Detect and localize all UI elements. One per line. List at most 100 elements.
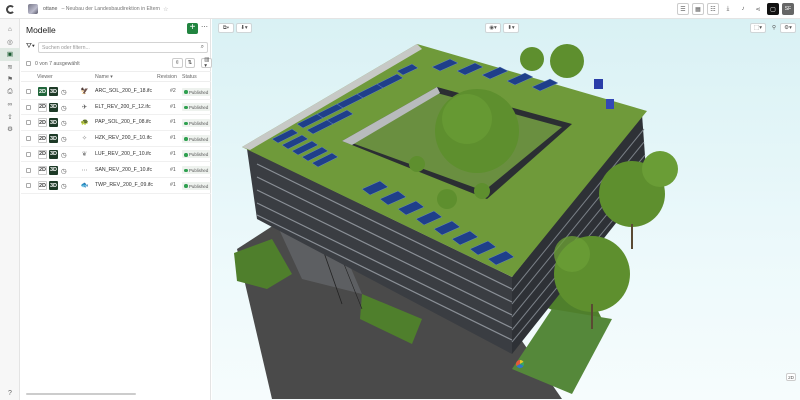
row-checkbox[interactable] <box>26 167 31 173</box>
model-name[interactable]: ARC_SOL_200_F_18.ifc <box>95 88 152 94</box>
rooftop-unit <box>594 79 603 89</box>
3d-viewer[interactable]: ⧉▾ ⬇▾ ◉▾ ⬍▾ ⬚▾ ⚲ ⚙▾ 2D <box>212 19 800 400</box>
status-dot <box>184 90 188 94</box>
3d-toggle[interactable]: 3D <box>49 102 58 112</box>
table-row[interactable]: 2D 3D ◷ 🦅 ARC_SOL_200_F_18.ifc #2 Published <box>21 84 211 100</box>
model-name[interactable]: HZK_REV_200_F_10.ifc <box>95 135 152 141</box>
history-icon[interactable]: ◷ <box>61 88 67 96</box>
location-icon[interactable]: ◎ <box>0 36 20 49</box>
star-icon[interactable]: ☆ <box>163 6 168 13</box>
search-icon[interactable]: ⌕ <box>201 44 204 51</box>
add-model-button[interactable]: + <box>187 23 198 34</box>
model-name[interactable]: PAP_SOL_200_F_08.ifc <box>95 119 151 125</box>
visibility-button[interactable]: ◉▾ <box>485 23 501 33</box>
link-icon[interactable]: ∞ <box>0 98 20 111</box>
history-icon[interactable]: ◷ <box>61 104 67 112</box>
table-row[interactable]: 2D 3D ◷ ✧ HZK_REV_200_F_10.ifc #1 Published <box>21 131 211 147</box>
avatar[interactable]: SF <box>782 3 794 15</box>
list-view-button[interactable]: ☰ <box>677 3 689 15</box>
table-row[interactable]: 2D 3D ◷ ✈ ELT_REV_200_F_12.ifc #1 Published <box>21 100 211 116</box>
2d-toggle[interactable]: 2D <box>38 165 47 175</box>
table-row[interactable]: 2D 3D ◷ ❦ LUF_REV_200_F_10.ifc #1 Published <box>21 147 211 163</box>
3d-toggle[interactable]: 3D <box>49 134 58 144</box>
issues-icon[interactable]: ⚑ <box>0 73 20 86</box>
model-name[interactable]: ELT_REV_200_F_12.ifc <box>95 104 151 110</box>
model-type-icon: ❦ <box>81 150 88 158</box>
column-status[interactable]: Status <box>182 74 197 80</box>
upload-icon[interactable]: ⇪ <box>0 111 20 124</box>
row-checkbox[interactable] <box>26 104 31 110</box>
3d-toggle[interactable]: 3D <box>49 149 58 159</box>
section-button[interactable]: ⬍▾ <box>503 23 519 33</box>
share-button[interactable]: ⋖ <box>752 3 764 15</box>
3d-toggle[interactable]: 3D <box>49 118 58 128</box>
layers-icon[interactable]: ≋ <box>0 61 20 74</box>
fit-height-button[interactable]: ⇳ <box>172 58 183 68</box>
project-thumbnail[interactable] <box>28 4 38 14</box>
column-revision[interactable]: Revision <box>157 74 177 80</box>
share-icon: ⋖ <box>755 6 761 13</box>
building-model[interactable] <box>212 19 800 400</box>
sort-button[interactable]: ⇅ <box>184 58 196 68</box>
row-checkbox[interactable] <box>26 89 31 94</box>
model-type-icon: 🦅 <box>80 88 89 95</box>
row-checkbox[interactable] <box>26 183 31 189</box>
model-name[interactable]: SAN_REV_200_F_10.ifc <box>95 167 152 173</box>
more-options-button[interactable]: ⋯ <box>200 23 209 34</box>
viewer-settings-button[interactable]: ⚙▾ <box>780 23 796 33</box>
2d-toggle[interactable]: 2D <box>38 149 47 159</box>
cube-view-button[interactable]: ⧉▾ <box>218 23 234 33</box>
filter-icon[interactable]: ⛛▾ <box>26 43 35 51</box>
model-name[interactable]: TWP_REV_200_F_09.ifc <box>95 182 153 188</box>
table-row[interactable]: 2D 3D ◷ 🐢 PAP_SOL_200_F_08.ifc #1 Published <box>21 115 211 131</box>
notifications-button[interactable]: ♪ <box>737 3 749 15</box>
history-icon[interactable]: ◷ <box>61 151 67 159</box>
app-logo[interactable] <box>0 0 20 19</box>
download-button[interactable]: ⤓ <box>722 3 734 15</box>
row-checkbox[interactable] <box>26 151 31 157</box>
grid-view-button[interactable]: ▦ <box>692 3 704 15</box>
eye-icon: ◉▾ <box>489 25 497 31</box>
history-icon[interactable]: ◷ <box>61 135 67 143</box>
2d-toggle[interactable]: 2D <box>38 118 47 128</box>
2d-toggle[interactable]: 2D <box>38 87 47 96</box>
column-name[interactable]: Name ▾ <box>95 74 113 80</box>
row-checkbox[interactable] <box>26 136 31 142</box>
checklist-button[interactable]: ☷ <box>707 3 719 15</box>
2d-toggle-button[interactable]: 2D <box>786 373 796 381</box>
history-icon[interactable]: ◷ <box>61 167 67 175</box>
settings-icon[interactable]: ⚙ <box>0 123 20 136</box>
2d-toggle[interactable]: 2D <box>38 181 47 191</box>
2d-toggle[interactable]: 2D <box>38 102 47 112</box>
person-view-button[interactable]: ⚲ <box>769 23 779 33</box>
3d-toggle[interactable]: 3D <box>49 181 58 191</box>
select-mode-button[interactable]: ⬚▾ <box>750 23 766 33</box>
models-icon[interactable]: ▣ <box>0 48 20 61</box>
status-label: Published <box>189 168 209 173</box>
status-badge: Published <box>182 150 211 159</box>
3d-toggle[interactable]: 3D <box>49 87 58 96</box>
table-row[interactable]: 2D 3D ◷ 🐟 TWP_REV_200_F_09.ifc #1 Published <box>21 178 211 194</box>
horizontal-scrollbar[interactable] <box>26 393 136 395</box>
project-name[interactable]: ottane <box>43 6 57 12</box>
help-icon[interactable]: ? <box>0 390 20 397</box>
history-icon[interactable]: ◷ <box>61 182 67 190</box>
status-dot <box>184 105 188 110</box>
pin-button[interactable]: ⬇▾ <box>236 23 252 33</box>
columns-button[interactable]: ▥ ▾ <box>201 57 213 69</box>
history-icon[interactable]: ◷ <box>61 119 67 127</box>
view-compass[interactable] <box>515 359 525 369</box>
select-all-checkbox[interactable] <box>26 61 31 66</box>
print-icon[interactable]: ⎙ <box>0 86 20 99</box>
search-input[interactable]: Suchen oder filtern... ⌕ <box>38 42 208 53</box>
model-type-icon: ✈ <box>81 103 88 111</box>
frame-button[interactable]: ▢ <box>767 3 779 15</box>
status-dot <box>184 121 188 126</box>
checklist-icon: ☷ <box>710 6 716 13</box>
2d-toggle[interactable]: 2D <box>38 134 47 144</box>
home-icon[interactable]: ⌂ <box>0 23 20 36</box>
table-row[interactable]: 2D 3D ◷ ⋯ SAN_REV_200_F_10.ifc #1 Published <box>21 163 211 178</box>
3d-toggle[interactable]: 3D <box>49 165 58 175</box>
row-checkbox[interactable] <box>26 120 31 126</box>
model-name[interactable]: LUF_REV_200_F_10.ifc <box>95 151 151 157</box>
